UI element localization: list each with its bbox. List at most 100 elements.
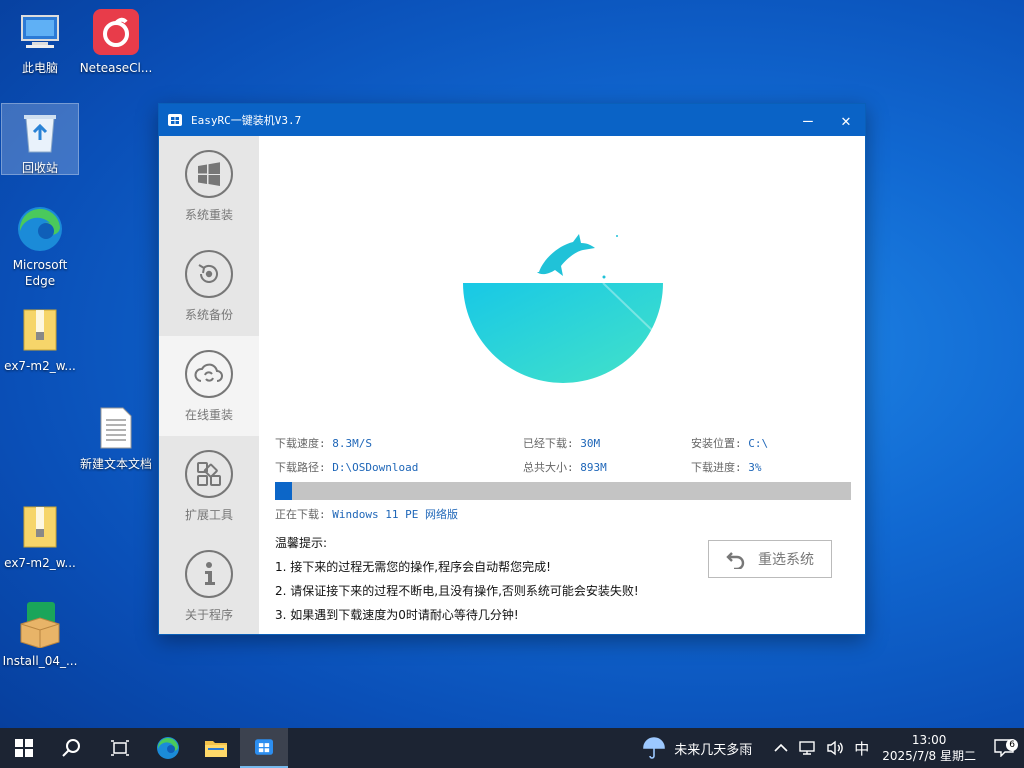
- sidebar-item-label: 扩展工具: [184, 507, 233, 522]
- window-titlebar[interactable]: EasyRC一键装机V3.7 — ✕: [159, 104, 865, 136]
- desktop-icon-zip-2[interactable]: ex7-m2_w...: [2, 503, 78, 571]
- install-location: 安装位置: C:\: [691, 437, 769, 450]
- notification-center-button[interactable]: 6: [984, 739, 1024, 757]
- total-size: 总共大小: 893M: [523, 461, 607, 474]
- sidebar-item-system-backup[interactable]: 系统备份: [159, 236, 259, 336]
- desktop-icon-text-file[interactable]: 新建文本文档: [78, 404, 154, 472]
- download-speed: 下载速度: 8.3M/S: [275, 437, 372, 450]
- download-progress-bar: [275, 482, 851, 500]
- ime-indicator[interactable]: 中: [849, 738, 874, 759]
- desktop-icon-label: NeteaseCl...: [79, 61, 153, 75]
- desktop-icon-label: 回收站: [21, 161, 58, 175]
- desktop-icon-label: Install_04_...: [2, 654, 78, 668]
- sidebar-item-label: 在线重装: [184, 407, 233, 422]
- info-icon: [185, 549, 233, 598]
- downloaded-size-value: 30M: [580, 437, 601, 450]
- dolphin-bowl-illustration: [463, 234, 663, 383]
- weather-widget[interactable]: 未来几天多雨: [637, 737, 757, 759]
- app-icon: [168, 114, 182, 126]
- task-view-icon: [111, 740, 129, 756]
- sidebar-item-system-reinstall[interactable]: 系统重装: [159, 136, 259, 236]
- desktop-icon-label: Microsoft Edge: [12, 258, 68, 288]
- recycle-bin-icon: [16, 108, 64, 156]
- taskbar-easyrc[interactable]: [240, 728, 288, 768]
- chevron-up-icon: [774, 743, 788, 752]
- close-button[interactable]: ✕: [827, 104, 865, 136]
- edge-icon: [157, 737, 179, 759]
- task-view-button[interactable]: [96, 728, 144, 768]
- zip-folder-icon: [16, 503, 64, 551]
- notification-count: 6: [1006, 739, 1018, 751]
- reselect-system-button[interactable]: 重选系统: [708, 540, 832, 578]
- undo-icon: [726, 552, 745, 569]
- network-icon: [799, 741, 815, 755]
- tip-line: 2. 请保证接下来的过程不断电,且没有操作,否则系统可能会安装失败!: [275, 584, 639, 598]
- sidebar-item-extension-tools[interactable]: 扩展工具: [159, 436, 259, 536]
- start-button[interactable]: [0, 728, 48, 768]
- desktop-icon-edge[interactable]: Microsoft Edge: [2, 205, 78, 289]
- tips-title: 温馨提示:: [275, 536, 328, 550]
- sidebar: 系统重装 系统备份 在线重装 扩展工具 关于程序: [159, 136, 259, 634]
- desktop-icon-label: 此电脑: [21, 61, 58, 75]
- downloading-item: 正在下载: Windows 11 PE 网络版: [275, 508, 458, 521]
- taskbar-edge[interactable]: [144, 728, 192, 768]
- taskbar: 未来几天多雨 中 13:00 2025/7/8 星期二 6: [0, 728, 1024, 768]
- total-size-value: 893M: [580, 461, 607, 474]
- minimize-button[interactable]: —: [789, 104, 827, 136]
- desktop-icon-netease-cloud[interactable]: NeteaseCl...: [78, 8, 154, 76]
- tip-line: 3. 如果遇到下载速度为0时请耐心等待几分钟!: [275, 608, 519, 622]
- clock[interactable]: 13:00 2025/7/8 星期二: [874, 732, 984, 764]
- sidebar-item-label: 系统重装: [184, 207, 233, 222]
- network-button[interactable]: [793, 740, 821, 756]
- volume-button[interactable]: [821, 740, 849, 756]
- taskbar-file-explorer[interactable]: [192, 728, 240, 768]
- content-area: 下载速度: 8.3M/S 已经下载: 30M 安装位置: C:\ 下载路径: D…: [259, 136, 865, 634]
- show-hidden-icons-button[interactable]: [769, 743, 793, 753]
- windows-start-icon: [15, 739, 33, 757]
- reselect-system-label: 重选系统: [758, 552, 814, 568]
- speaker-icon: [827, 740, 844, 756]
- netease-music-icon: [92, 8, 140, 56]
- desktop-icon-label: ex7-m2_w...: [4, 359, 76, 373]
- folder-icon: [205, 741, 227, 757]
- desktop-icon-recycle-bin[interactable]: 回收站: [1, 103, 79, 175]
- easyrc-window: EasyRC一键装机V3.7 — ✕ 系统重装 系统备份 在线重装 扩展工具 关…: [158, 103, 866, 635]
- sidebar-item-about[interactable]: 关于程序: [159, 536, 259, 636]
- download-path: 下载路径: D:\OSDownload: [275, 461, 419, 474]
- sidebar-item-label: 系统备份: [184, 307, 233, 322]
- desktop-icon-label: 新建文本文档: [79, 457, 152, 471]
- weather-text: 未来几天多雨: [674, 742, 753, 758]
- download-progress-value: 3%: [748, 461, 762, 474]
- install-location-value: C:\: [748, 437, 769, 450]
- downloading-item-value: Windows 11 PE 网络版: [332, 508, 458, 521]
- tip-line: 1. 接下来的过程无需您的操作,程序会自动帮您完成!: [275, 560, 551, 574]
- backup-icon: [185, 249, 233, 298]
- windows-icon: [185, 149, 233, 198]
- desktop-icon-label: ex7-m2_w...: [4, 556, 76, 570]
- installer-box-icon: [16, 601, 64, 649]
- computer-icon: [16, 8, 64, 56]
- app-icon: [255, 739, 273, 755]
- desktop-icon-zip-1[interactable]: ex7-m2_w...: [2, 306, 78, 374]
- clock-date: 2025/7/8 星期二: [882, 749, 976, 763]
- text-file-icon: [92, 404, 140, 452]
- progress-fill: [275, 482, 293, 500]
- clock-time: 13:00: [911, 733, 947, 747]
- desktop-icon-installer[interactable]: Install_04_...: [2, 601, 78, 669]
- apps-grid-icon: [185, 449, 233, 498]
- download-path-value: D:\OSDownload: [332, 461, 419, 474]
- sidebar-item-online-reinstall[interactable]: 在线重装: [159, 336, 259, 436]
- window-title: EasyRC一键装机V3.7: [191, 114, 302, 127]
- edge-icon: [16, 205, 64, 253]
- search-button[interactable]: [48, 728, 96, 768]
- download-speed-value: 8.3M/S: [332, 437, 372, 450]
- search-icon: [62, 739, 80, 757]
- sidebar-item-label: 关于程序: [184, 607, 233, 622]
- cloud-sync-icon: [185, 349, 233, 398]
- system-tray: 未来几天多雨 中 13:00 2025/7/8 星期二 6: [637, 728, 1024, 768]
- download-progress: 下载进度: 3%: [691, 461, 762, 474]
- umbrella-rain-icon: [643, 737, 666, 759]
- zip-folder-icon: [16, 306, 64, 354]
- downloaded-size: 已经下载: 30M: [523, 437, 601, 450]
- desktop-icon-this-pc[interactable]: 此电脑: [2, 8, 78, 76]
